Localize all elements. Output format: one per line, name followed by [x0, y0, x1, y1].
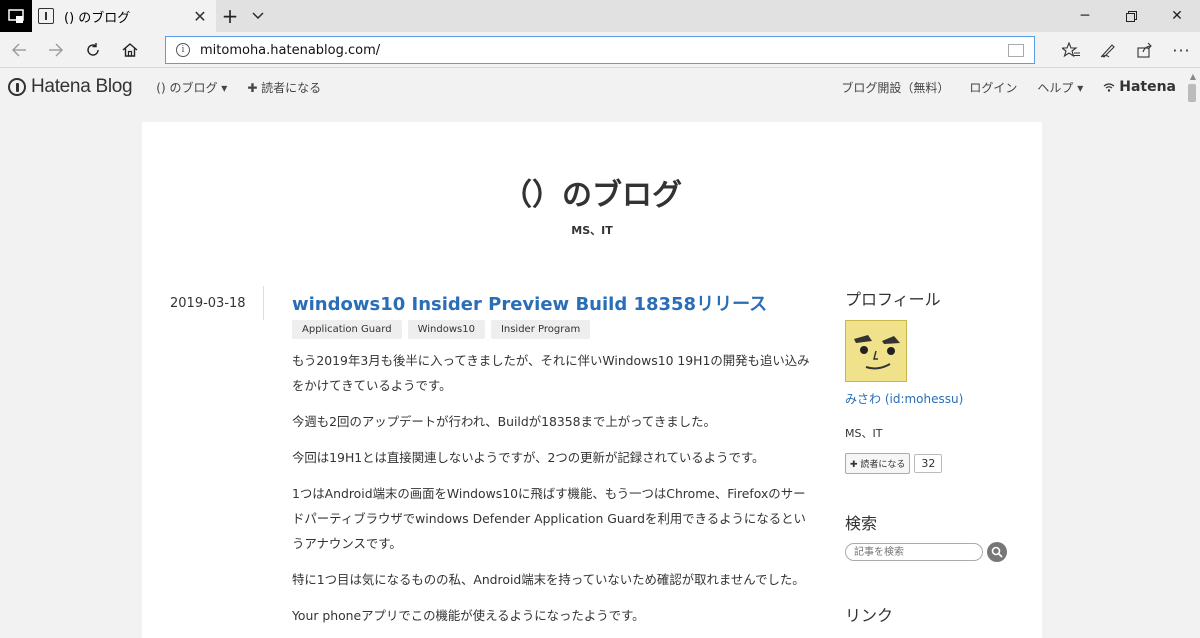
profile-heading: プロフィール — [845, 290, 941, 309]
profile-description: MS、IT — [845, 427, 883, 440]
start-blog-link[interactable]: ブログ開設（無料） — [841, 79, 949, 96]
site-info-icon[interactable]: i — [176, 43, 190, 57]
tab-list-chevron-icon[interactable] — [244, 0, 272, 32]
home-button[interactable] — [111, 32, 148, 68]
hatena-blog-logo-text: Hatena Blog — [31, 76, 133, 97]
profile-name-link[interactable]: みさわ (id:mohessu) — [845, 390, 1025, 407]
pen-notes-icon[interactable] — [1089, 32, 1126, 68]
hatena-link[interactable]: Hatena — [1103, 79, 1176, 95]
close-tab-icon[interactable]: ✕ — [192, 7, 208, 26]
tag[interactable]: Application Guard — [292, 320, 402, 339]
links-heading: リンク — [845, 606, 894, 625]
hatena-blog-logo[interactable]: Hatena Blog — [8, 76, 133, 98]
scroll-up-icon[interactable]: ▲ — [1190, 72, 1196, 81]
avatar[interactable] — [845, 320, 907, 382]
vertical-scrollbar[interactable] — [1184, 69, 1200, 638]
paragraph: 特に1つ目は気になるものの私、Android端末を持っていないため確認が取れませ… — [292, 572, 805, 587]
search-input[interactable] — [845, 543, 983, 561]
subscribe-link[interactable]: ✚ 読者になる — [247, 79, 321, 96]
browser-tab-bar: () のブログ ✕ + ─ ✕ — [0, 0, 1200, 32]
new-tab-button[interactable]: + — [216, 0, 244, 32]
help-menu[interactable]: ヘルプ ▾ — [1037, 79, 1083, 96]
share-icon[interactable] — [1126, 32, 1163, 68]
web-page: Hatena Blog () のブログ ▾ ✚ 読者になる ブログ開設（無料） … — [0, 69, 1184, 638]
entry-body: もう2019年3月も後半に入ってきましたが、それに伴いWindows10 19H… — [292, 348, 814, 638]
tag[interactable]: Insider Program — [490, 320, 591, 339]
entry-date[interactable]: 2019-03-18 — [170, 296, 246, 311]
browser-tab[interactable]: () のブログ ✕ — [32, 0, 216, 32]
login-link[interactable]: ログイン — [969, 79, 1017, 96]
paragraph: 1つはAndroid端末の画面をWindows10に飛ばす機能、もう一つはChr… — [292, 486, 806, 551]
blog-description: MS、IT — [571, 224, 613, 237]
search-button[interactable] — [987, 542, 1007, 562]
subscriber-count[interactable]: 32 — [914, 454, 943, 473]
sidebar: プロフィール みさわ (id:mohessu) MS、IT ✚ 読者になる 32… — [845, 286, 1025, 636]
date-divider — [263, 286, 264, 320]
forward-button[interactable] — [37, 32, 74, 68]
search-heading: 検索 — [845, 514, 878, 533]
hatena-logo-icon — [8, 78, 26, 96]
window-menu-icon[interactable] — [0, 0, 32, 32]
tag[interactable]: Windows10 — [407, 320, 485, 339]
paragraph: 今週も2回のアップデートが行われ、Buildが18358まで上がってきました。 — [292, 414, 716, 429]
hatena-favicon-icon — [38, 8, 54, 24]
maximize-button[interactable] — [1108, 0, 1154, 32]
entry-tags: Application Guard Windows10 Insider Prog… — [292, 320, 591, 339]
minimize-button[interactable]: ─ — [1062, 0, 1108, 32]
blog-menu[interactable]: () のブログ ▾ — [156, 79, 227, 96]
paragraph: Your phoneアプリでこの機能が使えるようになったようです。 — [292, 608, 645, 623]
back-button[interactable] — [0, 32, 37, 68]
refresh-button[interactable] — [74, 32, 111, 68]
close-window-button[interactable]: ✕ — [1154, 0, 1200, 32]
favorites-icon[interactable] — [1052, 32, 1089, 68]
hatena-global-header: Hatena Blog () のブログ ▾ ✚ 読者になる ブログ開設（無料） … — [0, 69, 1184, 105]
more-options-icon[interactable]: ··· — [1163, 32, 1200, 68]
hatena-link-text: Hatena — [1119, 79, 1176, 95]
address-toolbar: i mitomoha.hatenablog.com/ ··· — [0, 32, 1200, 68]
url-text: mitomoha.hatenablog.com/ — [200, 42, 381, 58]
wifi-icon — [1103, 83, 1115, 92]
url-field[interactable]: i mitomoha.hatenablog.com/ — [165, 36, 1035, 64]
paragraph: もう2019年3月も後半に入ってきましたが、それに伴いWindows10 19H… — [292, 353, 810, 393]
reading-view-icon[interactable] — [1008, 43, 1024, 57]
blog-content: （）のブログ MS、IT 2019-03-18 windows10 Inside… — [142, 122, 1042, 638]
subscribe-button[interactable]: ✚ 読者になる — [845, 453, 911, 474]
search-icon — [991, 546, 1003, 558]
tab-title: () のブログ — [64, 10, 131, 26]
blog-title[interactable]: （）のブログ — [142, 170, 1042, 214]
entry-title[interactable]: windows10 Insider Preview Build 18358リリー… — [292, 290, 767, 316]
paragraph: 今回は19H1とは直接関連しないようですが、2つの更新が記録されているようです。 — [292, 450, 765, 465]
scroll-thumb[interactable] — [1188, 84, 1196, 102]
